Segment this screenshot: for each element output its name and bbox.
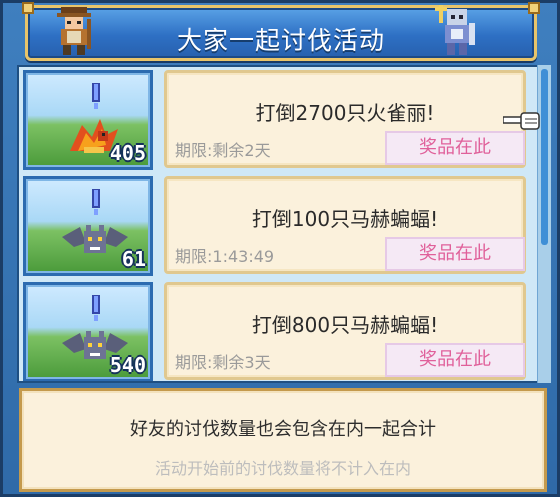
info-panel: 好友的讨伐数量也会包含在内一起合计 活动开始前的讨伐数量将不计入在内 [19, 388, 547, 492]
bat-icon [62, 225, 128, 253]
prize-button[interactable]: 奖品在此 [385, 343, 525, 377]
quest-row: 540 打倒800只马赫蝙蝠! 期限:剩余3天 奖品在此 [19, 279, 545, 381]
quest-deadline: 期限:剩余2天 [175, 141, 271, 160]
knight-character-icon [435, 5, 475, 55]
pin-marker-icon [92, 83, 100, 109]
pointing-hand-icon [503, 112, 540, 130]
quest-goal: 打倒800只马赫蝙蝠! [251, 313, 439, 337]
adventurer-character-icon [57, 7, 91, 55]
quest-card: 打倒800只马赫蝙蝠! 期限:剩余3天 奖品在此 [164, 282, 526, 380]
prize-button[interactable]: 奖品在此 [385, 131, 525, 165]
scrollbar-thumb[interactable] [541, 69, 548, 245]
quest-card: 打倒100只马赫蝙蝠! 期限:1:43:49 奖品在此 [164, 176, 526, 274]
quest-deadline: 期限:1:43:49 [175, 247, 275, 266]
quest-thumbnail: 405 [23, 70, 153, 170]
quest-card: 打倒2700只火雀丽! 期限:剩余2天 奖品在此 [164, 70, 526, 168]
quest-goal: 打倒2700只火雀丽! [255, 101, 435, 125]
prize-button[interactable]: 奖品在此 [385, 237, 525, 271]
info-note-secondary: 活动开始前的讨伐数量将不计入在内 [154, 459, 411, 478]
defeat-count: 405 [109, 141, 146, 165]
quest-list[interactable]: 405 打倒2700只火雀丽! 期限:剩余2天 奖品在此 61 打倒100只马赫… [17, 65, 547, 383]
quest-goal: 打倒100只马赫蝙蝠! [251, 207, 439, 231]
corner-ornament [528, 2, 540, 14]
defeat-count: 540 [109, 353, 146, 377]
quest-row: 405 打倒2700只火雀丽! 期限:剩余2天 奖品在此 [19, 67, 545, 171]
corner-ornament [22, 2, 34, 14]
info-note-primary: 好友的讨伐数量也会包含在内一起合计 [130, 419, 436, 440]
pin-marker-icon [92, 295, 100, 321]
defeat-count: 61 [121, 247, 146, 271]
quest-deadline: 期限:剩余3天 [175, 353, 271, 372]
quest-row: 61 打倒100只马赫蝙蝠! 期限:1:43:49 奖品在此 [19, 173, 545, 277]
quest-thumbnail: 61 [23, 176, 153, 276]
event-window: 大家一起讨伐活动 405 打倒2700只火雀丽! 期限:剩余2天 奖品在此 61… [0, 0, 560, 497]
quest-thumbnail: 540 [23, 282, 153, 381]
pin-marker-icon [92, 189, 100, 215]
